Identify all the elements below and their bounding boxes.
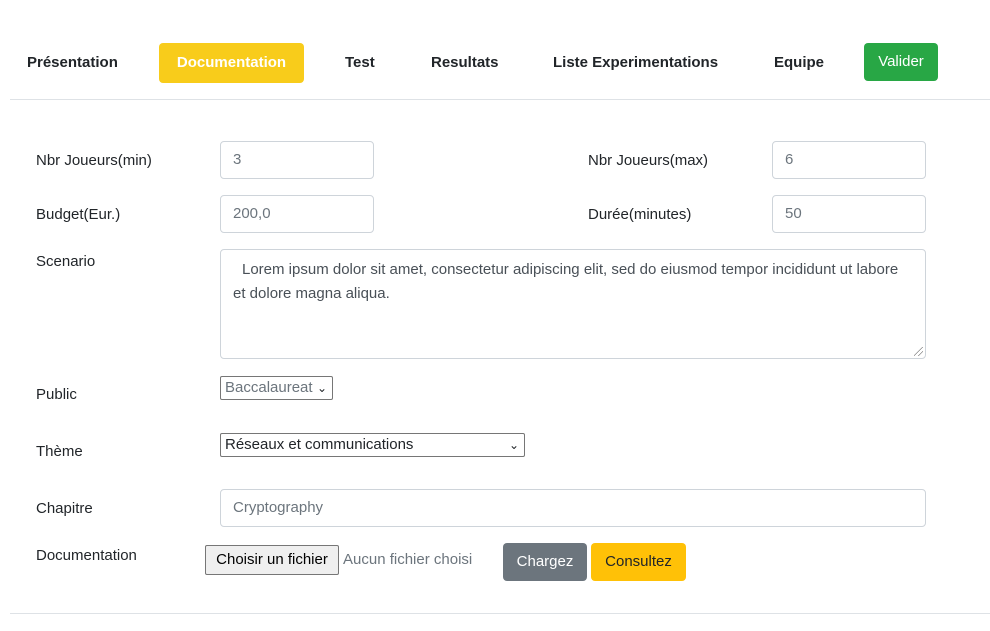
choose-file-button[interactable]: Choisir un fichier — [205, 545, 339, 575]
file-status-text: Aucun fichier choisi — [343, 551, 473, 568]
scenario-text: Lorem ipsum dolor sit amet, consectetur … — [233, 261, 899, 302]
consultez-button[interactable]: Consultez — [591, 543, 686, 581]
bottom-divider — [10, 613, 990, 614]
budget-input[interactable]: 200,0 — [220, 195, 374, 233]
public-select-value: Baccalaureat — [225, 379, 313, 396]
tab-equipe[interactable]: Equipe — [774, 43, 824, 83]
tab-test[interactable]: Test — [345, 43, 375, 83]
tab-liste-experimentations[interactable]: Liste Experimentations — [553, 43, 718, 83]
valider-button[interactable]: Valider — [864, 43, 938, 81]
nbr-joueurs-max-label: Nbr Joueurs(max) — [588, 152, 709, 169]
chargez-button[interactable]: Chargez — [503, 543, 587, 581]
chapitre-input[interactable]: Cryptography — [220, 489, 926, 527]
nbr-joueurs-min-input[interactable]: 3 — [220, 141, 374, 179]
tab-resultats[interactable]: Resultats — [431, 43, 499, 83]
public-label: Public — [36, 386, 77, 403]
chapitre-label: Chapitre — [36, 500, 93, 517]
nbr-joueurs-min-label: Nbr Joueurs(min) — [36, 152, 152, 169]
divider — [10, 99, 990, 100]
nbr-joueurs-max-input[interactable]: 6 — [772, 141, 926, 179]
public-select[interactable]: Baccalaureat ⌄ — [220, 376, 333, 400]
budget-label: Budget(Eur.) — [36, 206, 121, 223]
duree-label: Durée(minutes) — [588, 206, 692, 223]
resize-handle-icon[interactable] — [914, 347, 923, 356]
chevron-down-icon: ⌄ — [508, 438, 519, 452]
documentation-label: Documentation — [36, 547, 137, 564]
tab-presentation[interactable]: Présentation — [27, 43, 118, 83]
scenario-label: Scenario — [36, 253, 96, 270]
tab-documentation[interactable]: Documentation — [159, 43, 304, 83]
scenario-textarea[interactable]: Lorem ipsum dolor sit amet, consectetur … — [220, 249, 926, 359]
theme-select[interactable]: Réseaux et communications ⌄ — [220, 433, 525, 457]
top-navigation: Présentation Documentation Test Resultat… — [0, 0, 990, 100]
duree-input[interactable]: 50 — [772, 195, 926, 233]
chevron-down-icon: ⌄ — [316, 381, 327, 395]
theme-select-value: Réseaux et communications — [225, 436, 414, 453]
theme-label: Thème — [36, 443, 83, 460]
